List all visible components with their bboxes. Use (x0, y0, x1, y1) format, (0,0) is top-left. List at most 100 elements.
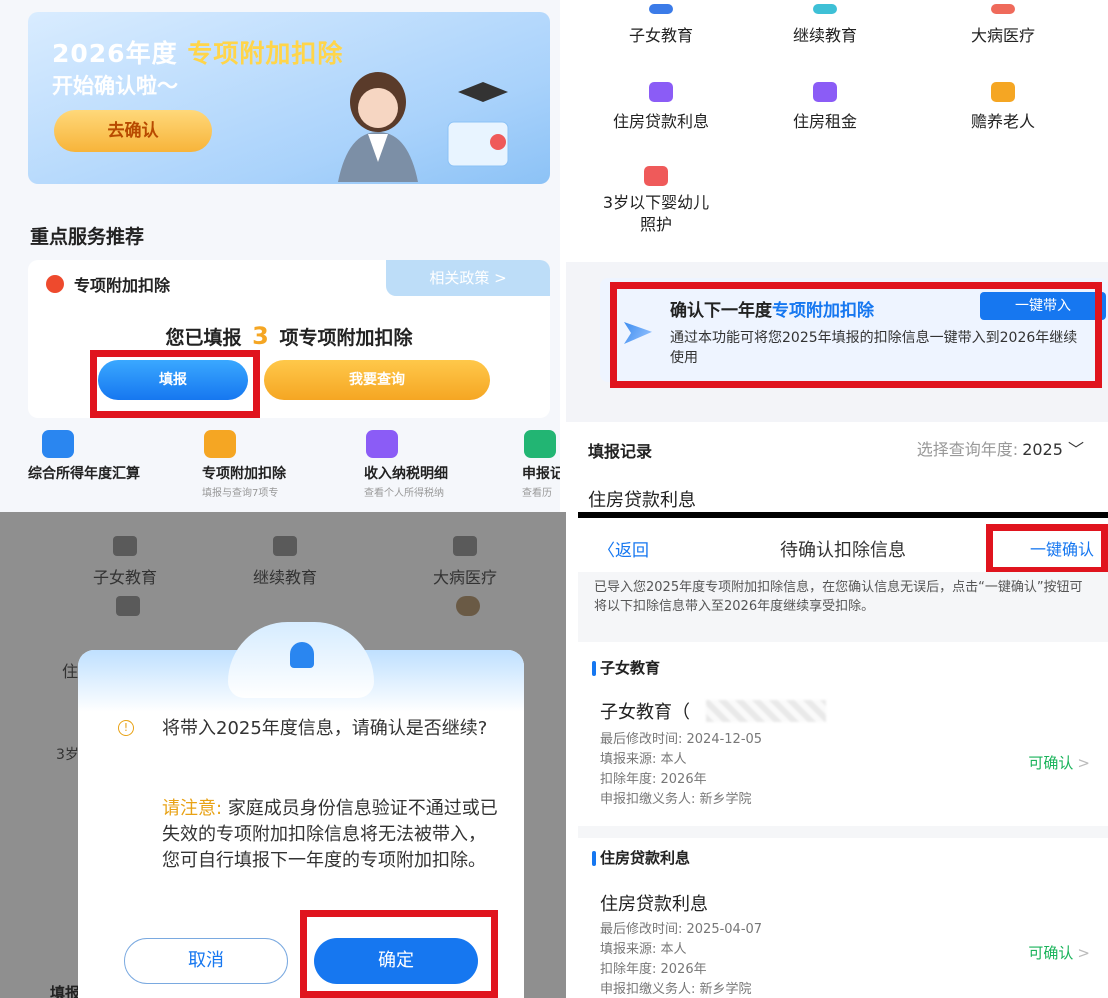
deduction-item[interactable]: 住房贷款利息 最后修改时间: 2025-04-07 填报来源: 本人 扣除年度:… (578, 884, 1108, 998)
chevron-right-icon: > (1077, 754, 1090, 772)
confirm-dialog-screen: 子女教育 继续教育 大病医疗 住 3岁 填报 ! 将带入2025年度信息，请确认是… (0, 512, 566, 998)
fill-button[interactable]: 填报 (98, 360, 248, 400)
cat-serious-illness[interactable]: 大病医疗 (928, 4, 1078, 46)
children-education-icon (113, 536, 137, 556)
info-icon: ! (118, 720, 134, 736)
deduction-card: 专项附加扣除 相关政策 > 您已填报 3 项专项附加扣除 填报 我要查询 (28, 260, 550, 418)
dim-cat-children: 子女教育 (50, 536, 200, 588)
item-source: 填报来源: 本人 (600, 942, 687, 957)
continuing-education-icon (813, 4, 837, 14)
item-title: 子女教育（ (600, 702, 690, 723)
children-education-icon (649, 4, 673, 14)
elderly-icon (991, 82, 1015, 102)
divider (578, 826, 1108, 838)
paper-plane-icon (624, 322, 652, 344)
home-screen: 2026年度 专项附加扣除 开始确认啦～ 去确认 重点服务推荐 专项附加扣除 相… (0, 0, 560, 512)
pending-deduction-screen: 〈返回 待确认扣除信息 一键确认 已导入您2025年度专项附加扣除信息，在您确认… (578, 512, 1108, 998)
tile-annual-settlement[interactable]: 综合所得年度汇算 (28, 430, 168, 482)
query-button[interactable]: 我要查询 (264, 360, 490, 400)
record-icon (524, 430, 556, 458)
confirm-next-year-box: 确认下一年度专项附加扣除 一键带入 通过本功能可将您2025年填报的扣除信息一键… (600, 278, 1108, 382)
cat-children-education[interactable]: 子女教育 (586, 4, 736, 46)
tile-sub: 填报与查询7项专 (202, 488, 279, 499)
item-title: 住房贷款利息 (600, 894, 708, 915)
one-click-confirm-button[interactable]: 一键确认 (1030, 536, 1094, 560)
graduation-cap-icon (273, 536, 297, 556)
chevron-right-icon: > (1077, 944, 1090, 962)
house-loan-icon (649, 82, 673, 102)
house-icon (116, 596, 140, 616)
redacted-name (706, 700, 826, 722)
tile-name: 收入纳税明细 (364, 466, 448, 482)
record-label: 填报记录 (588, 442, 653, 461)
category-grid: 子女教育 继续教育 大病医疗 住房贷款利息 住房租金 赡养老人 3岁以下婴幼儿照… (566, 0, 1108, 262)
bell-icon (290, 642, 314, 668)
item-modified: 最后修改时间: 2024-12-05 (600, 732, 763, 747)
page-title: 待确认扣除信息 (780, 540, 906, 561)
infant-icon (644, 166, 668, 186)
ok-button[interactable]: 确定 (314, 938, 478, 984)
filled-count: 3 (252, 322, 269, 350)
banner-title: 2026年度 专项附加扣除 (52, 39, 344, 68)
one-click-import-button[interactable]: 一键带入 (980, 292, 1106, 320)
cat-infant-care[interactable]: 3岁以下婴幼儿照护 (596, 166, 716, 236)
go-confirm-button[interactable]: 去确认 (54, 110, 212, 152)
medical-kit-icon (453, 536, 477, 556)
cat-continuing-education[interactable]: 继续教育 (750, 4, 900, 46)
cat-elderly-support[interactable]: 赡养老人 (928, 82, 1078, 132)
item-year: 扣除年度: 2026年 (600, 962, 707, 977)
tile-income-detail[interactable]: 收入纳税明细查看个人所得税纳 (338, 430, 478, 499)
item-agent: 申报扣缴义务人: 新乡学院 (600, 792, 752, 807)
banner-illustration (338, 72, 509, 182)
dim-cat-continuing: 继续教育 (210, 536, 360, 588)
item-source: 填报来源: 本人 (600, 752, 687, 767)
confirm-dialog: ! 将带入2025年度信息，请确认是否继续? 请注意: 家庭成员身份信息验证不通过… (78, 622, 524, 998)
cat-housing-rent[interactable]: 住房租金 (750, 82, 900, 132)
tile-declaration-record[interactable]: 申报记 查看历 (498, 430, 560, 499)
medical-icon (991, 4, 1015, 14)
cancel-button[interactable]: 取消 (124, 938, 288, 984)
tile-name: 申报记 (522, 466, 560, 482)
record-bar: 填报记录 选择查询年度: 2025 ﹀ (566, 422, 1108, 476)
flame-icon (46, 275, 64, 293)
confirm-title: 确认下一年度专项附加扣除 (670, 301, 874, 321)
intro-text: 已导入您2025年度专项附加扣除信息，在您确认信息无误后，点击“一键确认”按钮可… (578, 572, 1108, 642)
dim-text: 住 (62, 662, 79, 681)
item-year: 扣除年度: 2026年 (600, 772, 707, 787)
card-header: 专项附加扣除 (46, 272, 170, 296)
house-rent-icon (813, 82, 837, 102)
settlement-icon (42, 430, 74, 458)
dialog-message: ! 将带入2025年度信息，请确认是否继续? (118, 716, 498, 742)
card-title: 专项附加扣除 (74, 276, 171, 295)
service-tiles: 综合所得年度汇算 专项附加扣除 填报与查询7项专 收入纳税明细查看个人所得税纳 申… (28, 430, 560, 512)
housing-loan-heading: 住房贷款利息 (566, 476, 1108, 512)
confirmable-status[interactable]: 可确认 > (1028, 942, 1090, 963)
tile-sub: 查看历 (522, 488, 552, 499)
item-agent: 申报扣缴义务人: 新乡学院 (600, 982, 752, 997)
income-icon (366, 430, 398, 458)
bell-badge (228, 622, 374, 698)
tile-name: 综合所得年度汇算 (28, 466, 140, 482)
year-selector[interactable]: 选择查询年度: 2025 ﹀ (917, 436, 1084, 460)
section-title: 重点服务推荐 (30, 226, 145, 248)
dim-text: 填报 (50, 984, 81, 998)
dialog-note: 请注意: 家庭成员身份信息验证不通过或已失效的专项附加扣除信息将无法被带入，您可… (162, 798, 498, 871)
tile-sub: 查看个人所得税纳 (364, 488, 444, 499)
deduction-item[interactable]: 子女教育（ 最后修改时间: 2024-12-05 填报来源: 本人 扣除年度: … (578, 692, 1108, 822)
dim-text: 3岁 (56, 747, 79, 763)
banner-subtitle: 开始确认啦～ (52, 74, 178, 98)
dim-cat-medical: 大病医疗 (390, 536, 540, 588)
item-modified: 最后修改时间: 2025-04-07 (600, 922, 763, 937)
nav-bar: 〈返回 待确认扣除信息 一键确认 (578, 512, 1108, 572)
section-housing-loan: 住房贷款利息 (578, 838, 1108, 878)
confirmable-status[interactable]: 可确认 > (1028, 752, 1090, 773)
related-policy-link[interactable]: 相关政策 > (386, 260, 550, 296)
elderly-icon (456, 596, 480, 616)
category-screen: 子女教育 继续教育 大病医疗 住房贷款利息 住房租金 赡养老人 3岁以下婴幼儿照… (566, 0, 1108, 512)
deduction-banner[interactable]: 2026年度 专项附加扣除 开始确认啦～ 去确认 (28, 12, 550, 184)
tile-special-deduction[interactable]: 专项附加扣除 填报与查询7项专 (176, 430, 316, 499)
cat-housing-loan[interactable]: 住房贷款利息 (586, 82, 736, 132)
filled-count-text: 您已填报 3 项专项附加扣除 (165, 322, 413, 350)
deduction-icon (204, 430, 236, 458)
section-children-education: 子女教育 (578, 648, 1108, 688)
